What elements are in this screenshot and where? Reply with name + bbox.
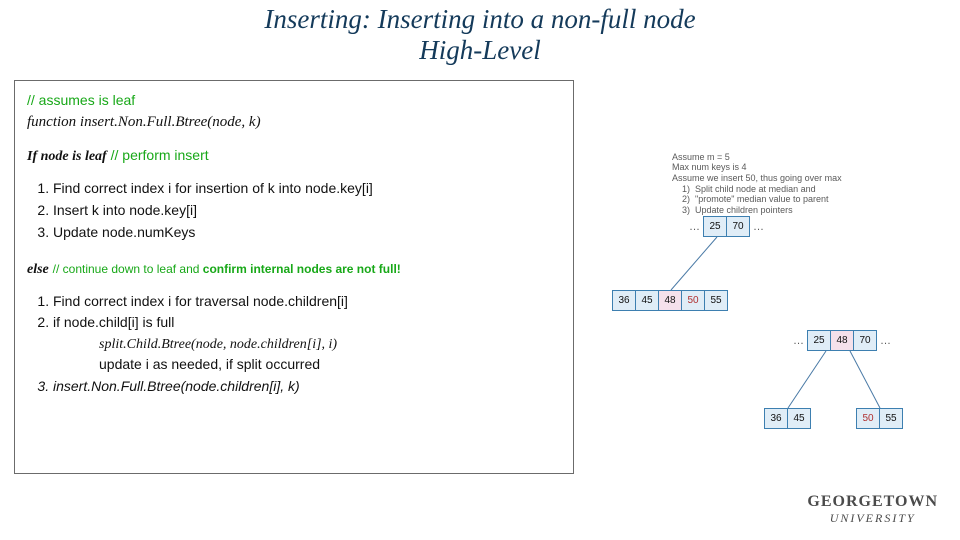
else-step-1: Find correct index i for traversal node.… xyxy=(53,292,561,311)
desc-step-2: "promote" median value to parent xyxy=(695,194,828,204)
key-cell: 36 xyxy=(612,290,636,311)
split-call: split.Child.Btree(node, node.children[i]… xyxy=(99,335,561,355)
ellipsis-icon: … xyxy=(750,221,767,233)
key-cell: 70 xyxy=(853,330,877,351)
after-root-node: … 25 48 70 … xyxy=(790,330,894,351)
if-branch-header: If node is leaf // perform insert xyxy=(27,146,561,167)
desc-m: Assume m = 5 xyxy=(672,152,942,162)
desc-step-3: Update children pointers xyxy=(695,205,793,215)
else-step-2: if node.child[i] is full xyxy=(53,313,561,332)
key-cell: 36 xyxy=(764,408,788,429)
leaf-step-3: Update node.numKeys xyxy=(53,223,561,242)
branding-line-2: UNIVERSITY xyxy=(807,511,938,526)
example-description: Assume m = 5 Max num keys is 4 Assume we… xyxy=(672,152,942,215)
university-branding: GEORGETOWN UNIVERSITY xyxy=(807,493,938,526)
before-child-node: 36 45 48 50 55 xyxy=(612,290,728,311)
key-cell: 25 xyxy=(807,330,831,351)
leaf-step-2: Insert k into node.key[i] xyxy=(53,201,561,220)
desc-step-1: Split child node at median and xyxy=(695,184,816,194)
key-cell: 45 xyxy=(635,290,659,311)
key-cell-new: 50 xyxy=(856,408,880,429)
update-note: update i as needed, if split occurred xyxy=(99,355,561,375)
pseudocode-box: // assumes is leaf function insert.Non.F… xyxy=(14,80,574,474)
key-cell: 55 xyxy=(879,408,903,429)
key-cell-new: 50 xyxy=(681,290,705,311)
desc-maxkeys: Max num keys is 4 xyxy=(672,162,942,172)
if-comment: // perform insert xyxy=(111,147,209,163)
ellipsis-icon: … xyxy=(877,335,894,347)
title-line-2: High-Level xyxy=(419,35,540,65)
desc-insert50: Assume we insert 50, thus going over max xyxy=(672,173,942,183)
else-branch-header: else // continue down to leaf and confir… xyxy=(27,259,561,280)
slide-title: Inserting: Inserting into a non-full nod… xyxy=(0,4,960,66)
if-keyword: If node is leaf xyxy=(27,149,107,164)
after-right-child: 50 55 xyxy=(856,408,903,429)
key-cell-median: 48 xyxy=(658,290,682,311)
key-cell: 25 xyxy=(703,216,727,237)
title-line-1: Inserting: Inserting into a non-full nod… xyxy=(264,4,695,34)
key-cell: 45 xyxy=(787,408,811,429)
key-cell: 70 xyxy=(726,216,750,237)
slide: Inserting: Inserting into a non-full nod… xyxy=(0,0,960,540)
key-cell: 55 xyxy=(704,290,728,311)
after-left-child: 36 45 xyxy=(764,408,811,429)
else-keyword: else xyxy=(27,262,49,277)
desc-steps: 1) Split child node at median and 2) "pr… xyxy=(672,184,942,215)
else-comment-a: // continue down to leaf and xyxy=(53,262,203,276)
comment-assumes-leaf: // assumes is leaf xyxy=(27,91,561,110)
else-steps-list: Find correct index i for traversal node.… xyxy=(27,292,561,333)
before-root-node: … 25 70 … xyxy=(686,216,767,237)
ellipsis-icon: … xyxy=(790,335,807,347)
leaf-step-1: Find correct index i for insertion of k … xyxy=(53,179,561,198)
function-declaration: function insert.Non.Full.Btree(node, k) xyxy=(27,112,561,132)
else-steps-list-cont: insert.Non.Full.Btree(node.children[i], … xyxy=(27,377,561,396)
branding-line-1: GEORGETOWN xyxy=(807,493,938,511)
leaf-steps-list: Find correct index i for insertion of k … xyxy=(27,179,561,242)
recurse-call: insert.Non.Full.Btree(node.children[i], … xyxy=(53,377,561,396)
else-comment-b: confirm internal nodes are not full! xyxy=(203,262,401,276)
ellipsis-icon: … xyxy=(686,221,703,233)
key-cell-promoted: 48 xyxy=(830,330,854,351)
